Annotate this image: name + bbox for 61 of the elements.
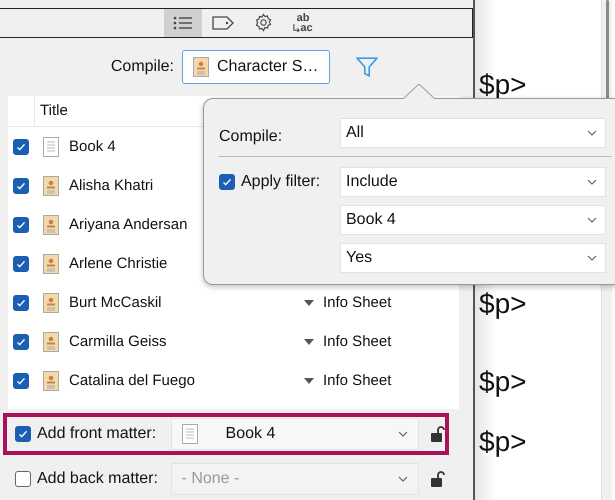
table-cell-text: Info Sheet [323,294,392,311]
title-cell: Carmilla Geiss [69,333,167,350]
apply-filter-label: Apply filter: [241,173,320,191]
checkbox[interactable] [15,426,31,442]
checkbox[interactable] [13,138,29,154]
tag-icon [212,16,234,30]
matter-dropdown[interactable]: Book 4 [170,418,419,450]
checkbox[interactable] [13,372,29,388]
replace-button[interactable]: ab ac [284,9,322,37]
character-sheet-icon [43,176,59,196]
arrow-icon [293,24,300,33]
toolbar-button[interactable] [164,9,202,37]
chevron-icon [398,430,408,437]
code-line: $p> [478,72,526,98]
chevron-icon [587,179,597,185]
code-line: $p> [478,291,526,317]
compile-dropdown[interactable]: All [340,118,606,148]
title-cell: Alisha Khatri [69,177,154,194]
character-sheet-icon [43,214,59,234]
chevron-icon [587,255,597,261]
caret-icon[interactable] [304,338,314,344]
filter-dropdown[interactable]: Book 4 [340,205,606,235]
code-line: $p> [478,429,526,455]
chevron-icon [587,217,597,223]
chevron-icon [587,130,597,136]
checkbox[interactable] [13,178,29,194]
document-icon [43,136,59,156]
title-cell: Book 4 [69,138,116,155]
title-cell: Catalina del Fuego [69,372,195,389]
character-sheet-icon [193,57,209,78]
table-cell-text: Info Sheet [323,372,392,389]
table-cell-text: Info Sheet [323,333,392,350]
list-icon [173,14,193,31]
character-sheet-icon [43,332,59,352]
title-cell: Arlene Christie [69,255,168,272]
character-sheet-icon [43,254,59,274]
filter-dropdown[interactable]: Yes [340,243,606,273]
compile-dropdown[interactable]: Character S… [182,50,330,84]
code-line: $p> [478,369,526,395]
checkbox[interactable] [13,334,29,350]
caret-icon[interactable] [304,300,314,306]
checkbox[interactable] [13,256,29,272]
title-cell: Ariyana Andersan [69,216,188,233]
compile-label: Compile: [110,58,174,76]
checkbox[interactable] [13,294,29,310]
checkbox[interactable] [219,174,235,190]
compile-label: Compile: [218,128,284,146]
filter-icon[interactable] [356,56,378,78]
caret-icon[interactable] [304,378,314,384]
settings-icon [254,13,272,32]
filter-dropdown[interactable]: Include [340,167,606,197]
document-icon [182,424,198,444]
checkbox[interactable] [13,216,29,232]
column-header[interactable]: Title [34,96,68,126]
matter-label: Add back matter: [37,470,159,488]
character-sheet-icon [43,370,59,390]
matter-label: Add front matter: [37,424,158,443]
character-sheet-icon [43,292,59,312]
chevron-icon [398,476,408,482]
unlocked-padlock-icon[interactable] [431,426,445,442]
title-cell: Burt McCaskil [69,294,162,311]
